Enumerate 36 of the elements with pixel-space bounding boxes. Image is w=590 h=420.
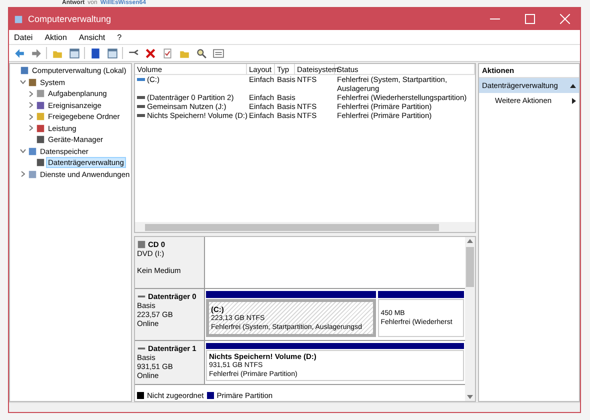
toolbar-button[interactable]	[67, 46, 81, 60]
maximize-icon	[525, 14, 535, 24]
delete-icon	[144, 48, 156, 58]
expand-icon[interactable]	[29, 114, 33, 120]
expand-icon[interactable]	[29, 125, 33, 132]
collapse-icon[interactable]	[20, 149, 26, 154]
vertical-scrollbar[interactable]	[465, 237, 475, 401]
scroll-up-icon	[467, 239, 473, 243]
menu-item[interactable]: Datei	[14, 32, 33, 42]
toolbar-button[interactable]	[194, 46, 208, 60]
document-icon	[162, 48, 172, 58]
window-icon	[68, 48, 80, 58]
expand-icon[interactable]	[21, 171, 25, 178]
scrollbar-thumb[interactable]	[466, 247, 474, 287]
toolbar-button[interactable]	[211, 46, 225, 60]
list-icon	[212, 48, 224, 58]
submenu-arrow-icon	[572, 98, 576, 104]
menu-item[interactable]: Ansicht	[78, 32, 106, 42]
collapse-icon[interactable]	[20, 80, 26, 84]
close-icon	[560, 14, 570, 24]
scrollbar-thumb[interactable]	[145, 224, 440, 230]
horizontal-scrollbar[interactable]	[135, 222, 475, 232]
search-icon	[196, 48, 206, 58]
back-icon	[14, 48, 24, 58]
expand-icon[interactable]	[29, 90, 33, 97]
toolbar-button[interactable]	[105, 46, 119, 60]
menu-item[interactable]: Aktion	[44, 32, 67, 42]
collapse-icon	[570, 84, 576, 88]
window-icon	[106, 48, 118, 58]
menu-item[interactable]: ?	[117, 32, 122, 42]
scroll-down-icon	[467, 395, 473, 399]
window-title: Computerverwaltung	[28, 14, 112, 24]
minimize-icon	[490, 18, 500, 20]
expand-icon[interactable]	[29, 102, 33, 108]
forward-icon	[30, 48, 42, 58]
toolbar-button[interactable]	[143, 46, 157, 60]
